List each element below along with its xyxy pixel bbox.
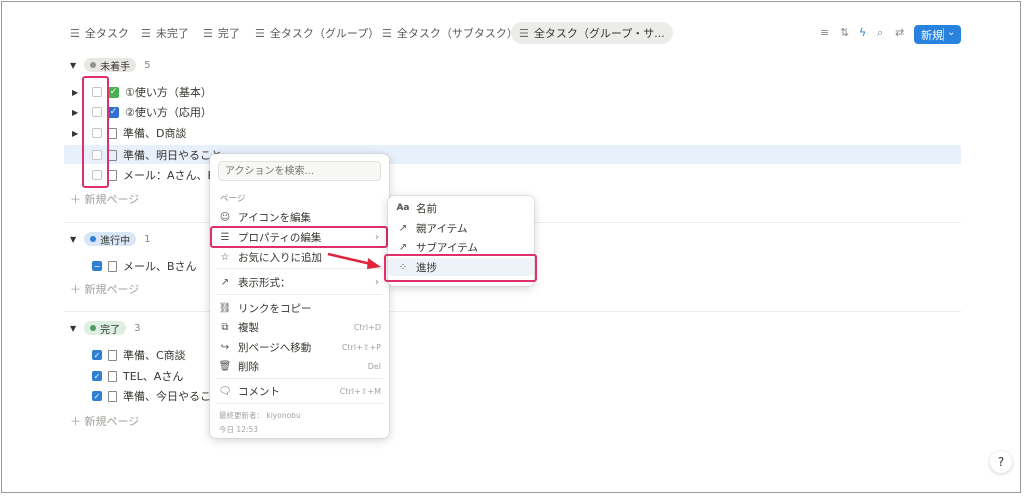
tab-incomplete[interactable]: ☰ 未完了 [141,22,189,44]
row-checkbox[interactable]: ✓ [92,350,102,360]
annotation-progress-highlight [384,254,537,282]
table-row[interactable]: メール：Aさん、B [92,166,215,184]
duplicate-icon: ⧉ [221,321,229,333]
page-icon [108,149,117,161]
row-checkbox[interactable]: ✓ [92,391,102,401]
filter-icon[interactable]: ≡ [820,26,829,39]
menu-item-move[interactable]: ↪ 別ページへ移動 Ctrl+⇧+P [210,338,389,356]
settings-sliders-icon[interactable]: ⇄ [895,26,904,39]
status-badge-todo: 未着手 [84,58,137,73]
expand-triangle-icon[interactable]: ▶ [72,108,78,117]
page-icon [108,390,117,402]
list-icon: ☰ [519,26,529,40]
menu-item-comment[interactable]: 🗨 コメント Ctrl+⇧+M [210,382,389,400]
menu-section-label: ページ [220,194,246,204]
table-row[interactable]: ▶ ✓ ②使い方（応用） [72,103,212,121]
add-new-page-done[interactable]: ＋ 新規ページ [70,413,139,429]
chevron-down-icon[interactable]: ⌄ [947,27,955,38]
arrow-up-right-icon: ↗ [220,276,230,288]
last-edited-by: 最終更新者： kiyonobu [219,411,301,420]
annotation-arrow-icon [327,252,381,269]
group-count: 5 [144,59,151,71]
status-badge-done: 完了 [84,321,127,336]
automation-bolt-icon[interactable]: ϟ [859,26,866,39]
table-row[interactable]: 準備、明日やること [92,146,222,164]
status-dot [90,236,97,242]
checkmark-green-icon: ✓ [108,86,119,98]
smiley-icon: ☺ [219,211,231,223]
collapse-triangle-icon[interactable]: ▼ [70,61,76,70]
comment-icon: 🗨 [218,385,232,397]
action-search-input[interactable] [218,161,381,181]
menu-item-copy-link[interactable]: ⛓ リンクをコピー [210,299,389,317]
tab-complete[interactable]: ☰ 完了 [203,22,240,44]
menu-item-edit-icon[interactable]: ☺ アイコンを編集 [210,208,389,226]
page-icon [108,349,117,361]
new-button-divider [943,28,944,41]
group-divider [64,311,961,312]
group-count: 3 [134,322,141,334]
page-icon [108,370,117,382]
status-dot [90,325,97,331]
link-icon: ⛓ [218,302,232,314]
add-new-page-todo[interactable]: ＋ 新規ページ [70,191,139,207]
status-badge-doing: 進行中 [84,232,137,247]
submenu-item-parent[interactable]: ↗ 親アイテム [388,219,534,237]
page-icon [108,260,117,272]
menu-item-duplicate[interactable]: ⧉ 複製 Ctrl+D [210,318,389,336]
list-icon: ☰ [70,26,80,40]
chevron-right-icon: › [375,276,379,288]
last-edited-time: 今日 12:53 [219,425,258,434]
table-row[interactable]: ✓ 準備、今日やるこ [92,387,211,405]
tab-all-tasks-subtask[interactable]: ☰ 全タスク（サブタスク） [382,22,518,44]
expand-triangle-icon[interactable]: ▶ [72,129,78,138]
tab-all-tasks[interactable]: ☰ 全タスク [70,22,129,44]
expand-triangle-icon[interactable]: ▶ [72,88,78,97]
page-icon [108,169,117,181]
new-button[interactable]: 新規 ⌄ [914,25,961,44]
list-icon: ☰ [141,26,151,40]
sort-icon[interactable]: ⇅ [840,26,849,39]
add-new-page-doing[interactable]: ＋ 新規ページ [70,281,139,297]
menu-item-delete[interactable]: 🗑 削除 Del [210,357,389,375]
row-checkbox[interactable]: ✓ [92,371,102,381]
menu-divider [216,378,383,379]
text-type-icon: Aa [396,203,410,213]
list-icon: ☰ [255,26,265,40]
context-menu: ページ ☺アイコンを編集 ☰プロパティの編集› ☆お気に入りに追加 ↗表示形式：… [210,154,389,438]
collapse-triangle-icon[interactable]: ▼ [70,235,76,244]
group-header-todo[interactable]: ▼ 未着手 5 [70,58,151,73]
page-icon [108,127,117,139]
status-dot [90,62,97,68]
checkmark-blue-icon: ✓ [108,106,119,118]
arrow-up-right-icon: ↗ [398,241,408,253]
tab-all-tasks-group[interactable]: ☰ 全タスク（グループ） [255,22,379,44]
list-icon: ☰ [203,26,213,40]
help-icon[interactable]: ? [990,451,1012,473]
tab-all-tasks-group-sub[interactable]: ☰ 全タスク（グループ・サ... [511,22,673,44]
list-icon: ☰ [382,26,392,40]
menu-divider [216,294,383,295]
menu-divider [216,403,383,404]
group-count: 1 [144,233,151,245]
annotation-properties-highlight [210,226,388,248]
table-row[interactable]: − メール、Bさん [92,257,197,275]
search-icon[interactable]: ⌕ [877,26,883,40]
menu-item-display-format[interactable]: ↗ 表示形式： › [210,273,389,291]
annotation-checkbox-highlight [82,76,109,188]
group-header-doing[interactable]: ▼ 進行中 1 [70,232,151,247]
table-row[interactable]: ✓ TEL、Aさん [92,367,183,385]
submenu-item-name[interactable]: Aa 名前 [388,199,534,217]
table-row[interactable]: ▶ ✓ ①使い方（基本） [72,83,212,101]
trash-icon: 🗑 [218,360,232,372]
arrow-up-right-icon: ↗ [398,222,408,234]
table-row[interactable]: ✓ 準備、C商談 [92,346,186,364]
move-arrow-icon: ↪ [220,341,230,353]
group-header-done[interactable]: ▼ 完了 3 [70,321,141,336]
collapse-triangle-icon[interactable]: ▼ [70,324,76,333]
row-checkbox[interactable]: − [92,261,102,271]
star-icon: ☆ [220,251,230,263]
